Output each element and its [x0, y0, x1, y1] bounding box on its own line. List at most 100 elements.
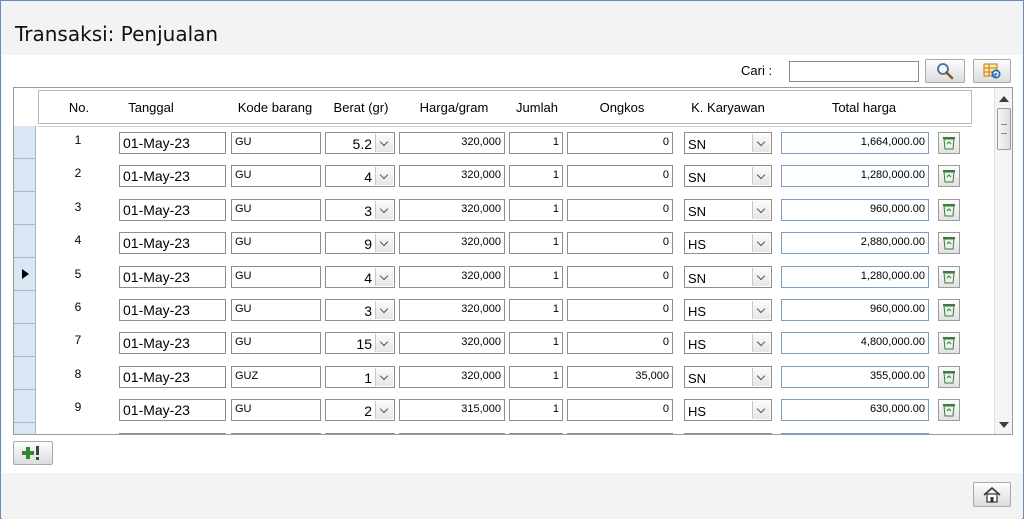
delete-row-button[interactable]	[938, 265, 960, 288]
total-field[interactable]: 1,664,000.00	[781, 132, 929, 154]
delete-row-button[interactable]	[938, 332, 960, 355]
kode-field[interactable]: GUZ	[231, 365, 321, 388]
berat-combo[interactable]: 4	[325, 165, 395, 188]
kode-field[interactable]: GU	[231, 232, 321, 255]
delete-row-button[interactable]	[938, 165, 960, 188]
karyawan-combo[interactable]: SN	[684, 165, 772, 188]
total-field[interactable]: 1,280,000.00	[781, 265, 929, 288]
tanggal-field[interactable]: 01-May-23	[119, 232, 226, 255]
chevron-down-icon[interactable]	[375, 134, 393, 152]
harga-field[interactable]	[399, 433, 505, 434]
tanggal-field[interactable]: 01-May-23	[119, 365, 226, 388]
kode-field[interactable]: GU	[231, 399, 321, 422]
karyawan-combo[interactable]: HS	[684, 232, 772, 255]
kode-field[interactable]: GU	[231, 299, 321, 321]
home-button[interactable]	[973, 482, 1011, 507]
chevron-down-icon[interactable]	[375, 401, 393, 420]
row-selector[interactable]	[14, 126, 36, 159]
refresh-table-button[interactable]	[973, 59, 1011, 83]
add-record-button[interactable]	[13, 441, 53, 465]
chevron-down-icon[interactable]	[375, 200, 393, 219]
tanggal-field[interactable]	[119, 433, 226, 434]
jumlah-field[interactable]	[509, 433, 563, 434]
harga-field[interactable]: 320,000	[399, 365, 505, 388]
ongkos-field[interactable]: 0	[567, 332, 673, 355]
tanggal-field[interactable]: 01-May-23	[119, 299, 226, 321]
chevron-down-icon[interactable]	[375, 301, 393, 319]
row-selector[interactable]	[14, 192, 36, 225]
chevron-down-icon[interactable]	[375, 234, 393, 253]
tanggal-field[interactable]: 01-May-23	[119, 332, 226, 355]
kode-field[interactable]: GU	[231, 165, 321, 188]
chevron-down-icon[interactable]	[752, 134, 770, 152]
row-selector[interactable]	[14, 291, 36, 324]
harga-field[interactable]: 320,000	[399, 265, 505, 288]
total-field[interactable]: 630,000.00	[781, 399, 929, 422]
total-field[interactable]: 4,800,000.00	[781, 332, 929, 355]
chevron-down-icon[interactable]	[752, 367, 770, 386]
search-button[interactable]	[925, 59, 965, 83]
berat-combo[interactable]	[325, 433, 395, 434]
total-field[interactable]: 2,880,000.00	[781, 232, 929, 255]
karyawan-combo[interactable]: SN	[684, 132, 772, 154]
chevron-down-icon[interactable]	[752, 401, 770, 420]
delete-row-button[interactable]	[938, 399, 960, 422]
tanggal-field[interactable]: 01-May-23	[119, 198, 226, 221]
tanggal-field[interactable]: 01-May-23	[119, 132, 226, 154]
total-field[interactable]: 960,000.00	[781, 299, 929, 321]
ongkos-field[interactable]: 0	[567, 265, 673, 288]
delete-row-button[interactable]	[938, 132, 960, 154]
delete-row-button[interactable]	[938, 232, 960, 255]
karyawan-combo[interactable]	[684, 433, 772, 434]
karyawan-combo[interactable]: SN	[684, 265, 772, 288]
chevron-down-icon[interactable]	[375, 367, 393, 386]
scroll-down-icon[interactable]	[999, 422, 1009, 428]
delete-row-button[interactable]	[938, 299, 960, 321]
chevron-down-icon[interactable]	[375, 267, 393, 286]
chevron-down-icon[interactable]	[752, 267, 770, 286]
row-selector[interactable]	[14, 390, 36, 423]
total-field[interactable]: 355,000.00	[781, 365, 929, 388]
row-selector[interactable]	[14, 423, 36, 434]
karyawan-combo[interactable]: SN	[684, 198, 772, 221]
ongkos-field[interactable]	[567, 433, 673, 434]
berat-combo[interactable]: 3	[325, 198, 395, 221]
delete-row-button[interactable]	[938, 365, 960, 388]
search-input[interactable]	[789, 61, 919, 82]
berat-combo[interactable]: 9	[325, 232, 395, 255]
jumlah-field[interactable]: 1	[509, 232, 563, 255]
jumlah-field[interactable]: 1	[509, 198, 563, 221]
total-field[interactable]: 960,000.00	[781, 198, 929, 221]
berat-combo[interactable]: 5.2	[325, 132, 395, 154]
chevron-down-icon[interactable]	[752, 334, 770, 353]
harga-field[interactable]: 320,000	[399, 299, 505, 321]
row-selector[interactable]	[14, 159, 36, 192]
jumlah-field[interactable]: 1	[509, 299, 563, 321]
harga-field[interactable]: 315,000	[399, 399, 505, 422]
kode-field[interactable]: GU	[231, 332, 321, 355]
berat-combo[interactable]: 1	[325, 365, 395, 388]
tanggal-field[interactable]: 01-May-23	[119, 265, 226, 288]
row-selector[interactable]	[14, 225, 36, 258]
kode-field[interactable]: GU	[231, 132, 321, 154]
harga-field[interactable]: 320,000	[399, 232, 505, 255]
jumlah-field[interactable]: 1	[509, 332, 563, 355]
tanggal-field[interactable]: 01-May-23	[119, 165, 226, 188]
kode-field[interactable]	[231, 433, 321, 434]
ongkos-field[interactable]: 35,000	[567, 365, 673, 388]
berat-combo[interactable]: 3	[325, 299, 395, 321]
chevron-down-icon[interactable]	[752, 200, 770, 219]
ongkos-field[interactable]: 0	[567, 165, 673, 188]
ongkos-field[interactable]: 0	[567, 132, 673, 154]
row-selector[interactable]	[14, 357, 36, 390]
scroll-thumb[interactable]	[997, 108, 1011, 150]
vertical-scrollbar[interactable]	[994, 88, 1012, 434]
berat-combo[interactable]: 15	[325, 332, 395, 355]
tanggal-field[interactable]: 01-May-23	[119, 399, 226, 422]
kode-field[interactable]: GU	[231, 198, 321, 221]
chevron-down-icon[interactable]	[375, 334, 393, 353]
harga-field[interactable]: 320,000	[399, 198, 505, 221]
chevron-down-icon[interactable]	[752, 167, 770, 186]
scroll-up-icon[interactable]	[999, 96, 1009, 102]
karyawan-combo[interactable]: HS	[684, 332, 772, 355]
